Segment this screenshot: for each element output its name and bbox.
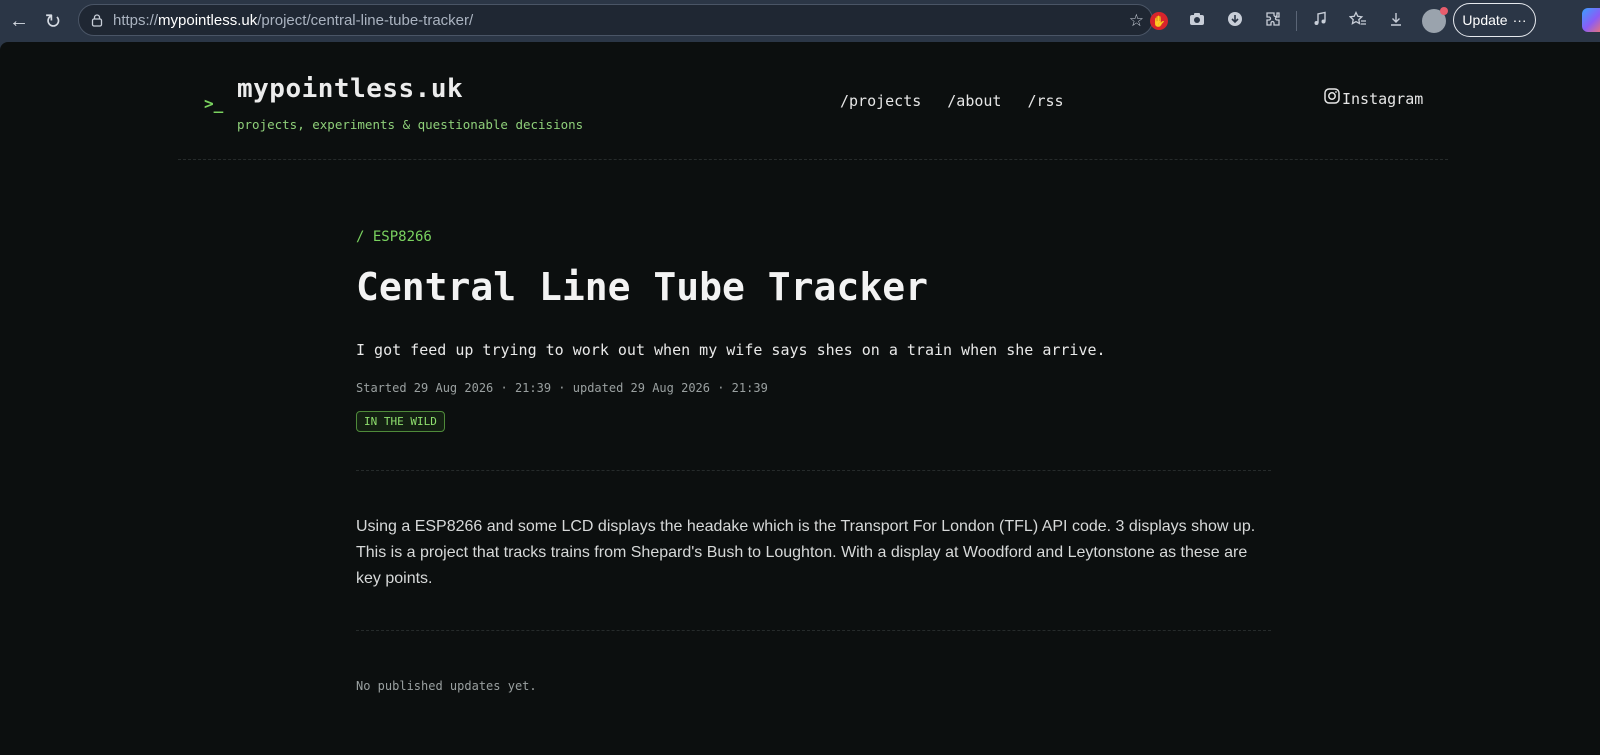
nav-link-about[interactable]: /about — [947, 92, 1001, 110]
downloads-button[interactable] — [1377, 4, 1415, 38]
site-title-link[interactable]: mypointless.uk — [237, 74, 463, 104]
favorites-button[interactable] — [1339, 4, 1377, 38]
address-bar[interactable]: https://mypointless.uk/project/central-l… — [78, 4, 1153, 36]
url-text: https://mypointless.uk/project/central-l… — [113, 12, 473, 29]
back-arrow-icon: ← — [9, 9, 29, 32]
reload-button[interactable]: ↻ — [36, 4, 70, 38]
puzzle-icon — [1265, 11, 1281, 32]
updates-divider — [356, 630, 1271, 631]
nav-link-rss[interactable]: /rss — [1027, 92, 1063, 110]
reload-icon: ↻ — [44, 10, 62, 33]
download-extension-button[interactable] — [1216, 4, 1254, 38]
instagram-link[interactable]: Instagram — [1324, 88, 1423, 108]
instagram-icon — [1324, 88, 1340, 104]
site-tagline: projects, experiments & questionable dec… — [237, 117, 584, 132]
article-meta: Started 29 Aug 2026 · 21:39 · updated 29… — [356, 381, 768, 395]
favorites-star-list-icon — [1348, 10, 1367, 32]
browser-toolbar: ← ↻ https://mypointless.uk/project/centr… — [0, 0, 1600, 42]
media-control-button[interactable] — [1301, 4, 1339, 38]
music-note-icon — [1312, 11, 1328, 32]
back-button[interactable]: ← — [2, 4, 36, 38]
article-body: Using a ESP8266 and some LCD displays th… — [356, 518, 1256, 587]
instagram-label: Instagram — [1342, 90, 1424, 108]
stop-hand-icon: ✋ — [1150, 12, 1168, 30]
site-nav: /projects /about /rss — [840, 92, 1064, 110]
header-divider — [178, 159, 1448, 160]
lock-icon[interactable] — [89, 12, 105, 28]
article-divider — [356, 470, 1271, 471]
download-arrow-icon — [1388, 11, 1404, 32]
url-host: mypointless.uk — [158, 11, 258, 29]
avatar — [1422, 7, 1448, 33]
profile-button[interactable] — [1415, 4, 1453, 38]
no-updates-text: No published updates yet. — [356, 679, 537, 693]
category-breadcrumb[interactable]: / ESP8266 — [356, 229, 432, 245]
toolbar-separator — [1296, 11, 1297, 31]
page: >_ mypointless.uk projects, experiments … — [0, 42, 1600, 755]
more-options-icon: ··· — [1512, 12, 1527, 28]
page-title: Central Line Tube Tracker — [356, 265, 928, 309]
copilot-icon[interactable] — [1582, 8, 1600, 32]
article-lede: I got feed up trying to work out when my… — [356, 341, 1106, 359]
url-path: /project/central-line-tube-tracker/ — [257, 11, 474, 29]
terminal-prompt-icon: >_ — [204, 94, 224, 113]
update-button[interactable]: Update ··· — [1453, 3, 1536, 37]
extensions-bar: ✋ — [1140, 0, 1453, 42]
camera-icon — [1189, 12, 1205, 31]
status-badge: IN THE WILD — [356, 411, 445, 432]
download-circle-icon — [1227, 11, 1243, 32]
extensions-button[interactable] — [1254, 4, 1292, 38]
nav-link-projects[interactable]: /projects — [840, 92, 921, 110]
site-header: >_ mypointless.uk projects, experiments … — [0, 42, 1600, 162]
url-prefix: https:// — [113, 11, 159, 29]
update-label: Update — [1462, 12, 1508, 28]
adblock-extension-button[interactable]: ✋ — [1140, 4, 1178, 38]
screenshot-button[interactable] — [1178, 4, 1216, 38]
